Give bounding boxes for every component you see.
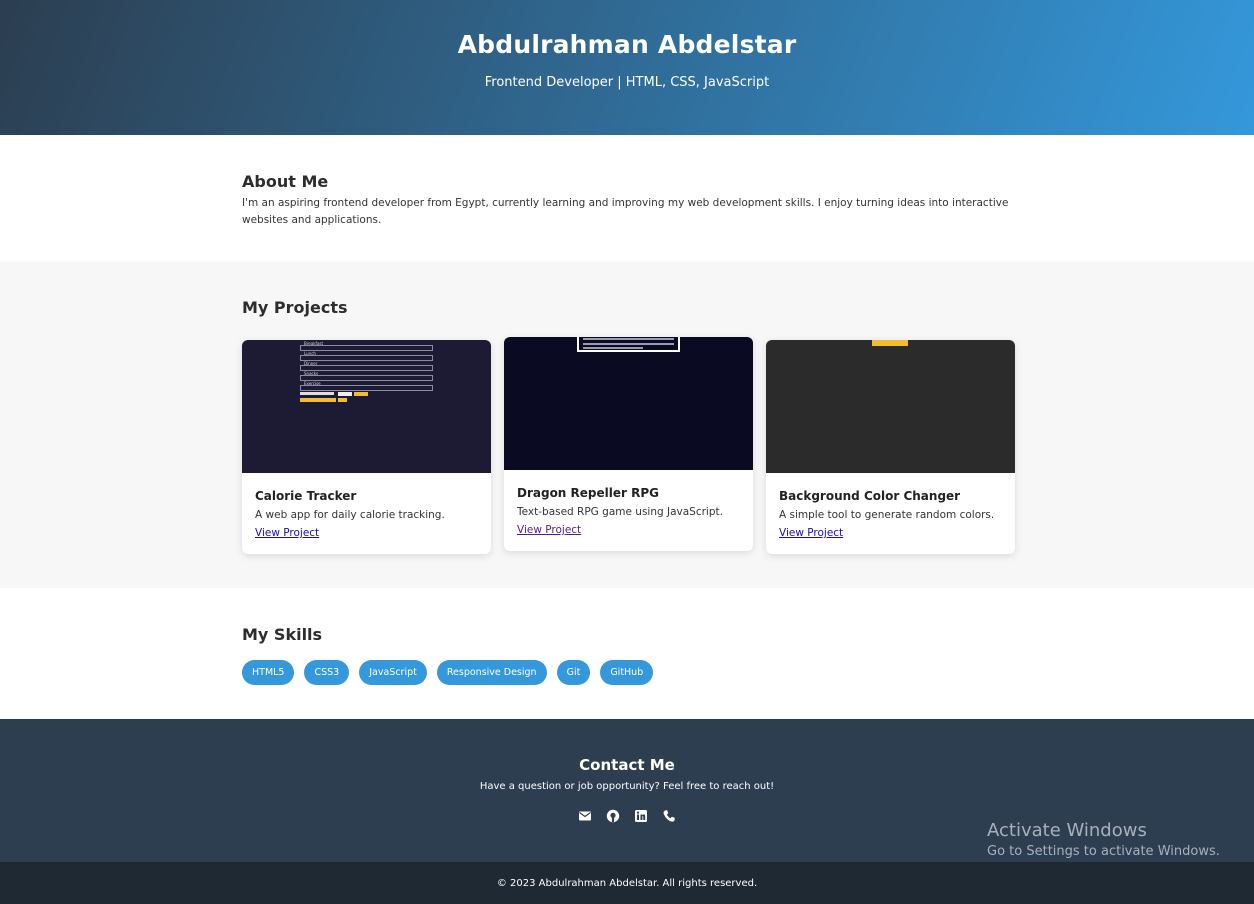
project-description: Text-based RPG game using JavaScript. xyxy=(517,506,723,518)
thumb-button xyxy=(872,340,908,346)
skill-tag: GitHub xyxy=(600,660,654,685)
contact-text: Have a question or job opportunity? Feel… xyxy=(479,781,775,792)
view-project-link[interactable]: View Project xyxy=(779,527,843,539)
view-project-link[interactable]: View Project xyxy=(517,524,581,536)
project-thumbnail xyxy=(504,337,753,470)
project-card-background-color-changer: Background Color Changer A simple tool t… xyxy=(766,340,1015,554)
project-title: Background Color Changer xyxy=(779,489,961,503)
thumb-input xyxy=(300,385,433,391)
skill-tag: Responsive Design xyxy=(436,660,547,685)
thumb-select xyxy=(338,392,352,396)
skills-heading: My Skills xyxy=(242,625,323,644)
projects-heading: My Projects xyxy=(242,298,348,317)
project-title: Dragon Repeller RPG xyxy=(517,486,659,500)
thumb-text-box xyxy=(577,337,680,352)
linkedin-icon[interactable] xyxy=(634,808,648,822)
contact-heading: Contact Me xyxy=(579,756,675,774)
thumb-text-line xyxy=(583,347,643,349)
projects-section: My Projects Breakfast Lunch Dinner Snack… xyxy=(0,261,1254,588)
skill-tag: CSS3 xyxy=(304,660,350,685)
project-thumbnail: Breakfast Lunch Dinner Snacks Exercise xyxy=(242,340,491,473)
thumb-button xyxy=(354,392,368,396)
skill-tag: JavaScript xyxy=(359,660,427,685)
github-icon[interactable] xyxy=(606,808,620,823)
thumb-input xyxy=(300,355,433,361)
skill-tag: Git xyxy=(556,660,591,685)
activate-windows-watermark: Activate Windows Go to Settings to activ… xyxy=(987,820,1220,859)
envelope-icon[interactable] xyxy=(578,808,592,822)
watermark-title: Activate Windows xyxy=(987,820,1147,841)
project-description: A web app for daily calorie tracking. xyxy=(255,509,445,521)
thumb-text-line xyxy=(583,338,674,340)
hero-name: Abdulrahman Abdelstar xyxy=(457,30,797,59)
thumb-text xyxy=(300,392,334,395)
thumb-input xyxy=(300,345,433,351)
phone-icon[interactable] xyxy=(662,808,676,822)
watermark-subtitle: Go to Settings to activate Windows. xyxy=(987,844,1220,859)
about-section: About Me I'm an aspiring frontend develo… xyxy=(0,135,1254,261)
skill-tag: HTML5 xyxy=(242,660,295,685)
skill-tags: HTML5 CSS3 JavaScript Responsive Design … xyxy=(242,660,1254,685)
page-footer: © 2023 Abdulrahman Abdelstar. All rights… xyxy=(0,862,1254,904)
about-text: I'm an aspiring frontend developer from … xyxy=(242,197,1009,226)
hero-header: Abdulrahman Abdelstar Frontend Developer… xyxy=(0,0,1254,135)
project-description: A simple tool to generate random colors. xyxy=(779,509,995,521)
project-title: Calorie Tracker xyxy=(255,489,357,503)
footer-text: © 2023 Abdulrahman Abdelstar. All rights… xyxy=(496,878,758,889)
project-card-calorie-tracker: Breakfast Lunch Dinner Snacks Exercise C… xyxy=(242,340,491,554)
project-card-dragon-repeller: Dragon Repeller RPG Text-based RPG game … xyxy=(504,337,753,551)
project-thumbnail xyxy=(766,340,1015,473)
thumb-input xyxy=(300,365,433,371)
about-heading: About Me xyxy=(242,172,329,191)
thumb-text-line xyxy=(583,343,674,345)
view-project-link[interactable]: View Project xyxy=(255,527,319,539)
skills-section: My Skills HTML5 CSS3 JavaScript Responsi… xyxy=(0,588,1254,719)
thumb-button xyxy=(300,398,336,402)
hero-tagline: Frontend Developer | HTML, CSS, JavaScri… xyxy=(484,75,770,90)
thumb-button xyxy=(338,398,347,402)
